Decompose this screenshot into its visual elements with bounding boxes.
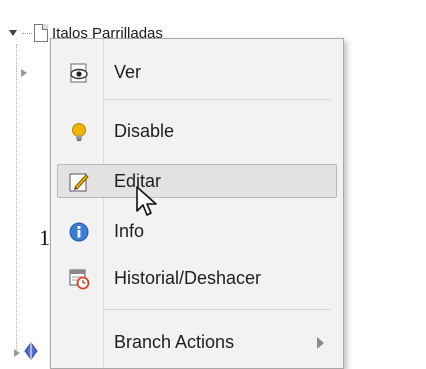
menu-separator bbox=[103, 309, 331, 310]
expand-arrow-icon[interactable] bbox=[12, 348, 22, 358]
menu-item-label: Branch Actions bbox=[114, 331, 235, 352]
menu-item-historial-deshacer[interactable]: Historial/Deshacer bbox=[57, 261, 337, 295]
menu-item-label: Info bbox=[114, 220, 145, 241]
context-menu: Ver Disable Editar Info Historial/Deshac… bbox=[50, 38, 344, 369]
partially-hidden-text: 1 bbox=[39, 225, 50, 250]
submenu-arrow-icon bbox=[317, 337, 324, 349]
menu-item-info[interactable]: Info bbox=[57, 214, 337, 248]
lightbulb-icon bbox=[72, 123, 86, 141]
tree-connector bbox=[22, 32, 32, 34]
info-icon bbox=[69, 222, 89, 242]
menu-item-label: Historial/Deshacer bbox=[114, 267, 262, 288]
tree-connector-vertical bbox=[16, 44, 17, 354]
edit-pencil-icon bbox=[69, 173, 89, 192]
collapse-arrow-icon[interactable] bbox=[8, 28, 18, 38]
document-icon bbox=[34, 24, 48, 42]
globe-icon bbox=[24, 342, 38, 360]
expand-arrow-icon[interactable] bbox=[19, 68, 29, 78]
history-calendar-icon bbox=[69, 269, 90, 290]
menu-separator bbox=[103, 99, 331, 100]
mouse-cursor-icon bbox=[136, 186, 157, 216]
menu-item-label: Ver bbox=[114, 61, 142, 82]
menu-item-disable[interactable]: Disable bbox=[57, 114, 337, 148]
view-eye-icon bbox=[70, 63, 88, 83]
menu-item-ver[interactable]: Ver bbox=[57, 55, 337, 89]
menu-item-branch-actions[interactable]: Branch Actions bbox=[57, 325, 337, 359]
menu-item-label: Disable bbox=[114, 120, 175, 141]
menu-item-editar[interactable]: Editar bbox=[57, 164, 337, 198]
